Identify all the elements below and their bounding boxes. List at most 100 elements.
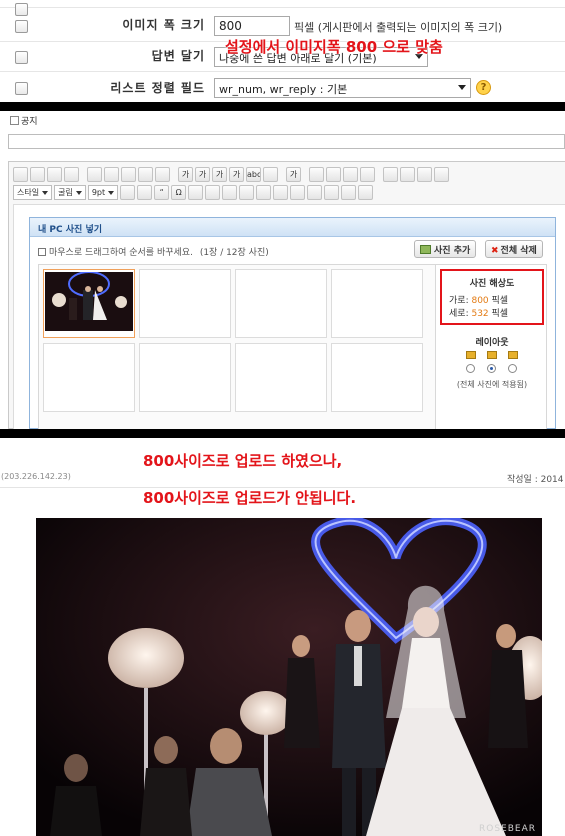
photo-slot[interactable] (139, 343, 231, 412)
align-justify-icon[interactable] (360, 166, 375, 182)
가-icon[interactable]: 가 (212, 166, 227, 182)
photo-info-panel: 사진 해상도 가로: 800 픽셀 세로: 532 픽셀 레이아웃 (전체 사진… (435, 264, 547, 430)
photo-slot[interactable] (235, 343, 327, 412)
photo-slot[interactable] (331, 343, 423, 412)
omega-icon[interactable]: Ω (171, 184, 187, 200)
hr-icon[interactable] (239, 184, 255, 200)
가-icon[interactable]: 가 (195, 166, 210, 182)
align-center-icon[interactable] (326, 166, 341, 182)
가-icon[interactable]: 가 (286, 166, 301, 182)
notice-checkbox[interactable] (10, 116, 19, 125)
open-icon[interactable] (30, 166, 45, 182)
indent-icon[interactable] (434, 166, 449, 182)
notice-label: 공지 (21, 117, 38, 127)
flash-icon[interactable] (307, 184, 323, 200)
settings-row-sort: 리스트 정렬 필드 wr_num, wr_reply : 기본 ? (0, 72, 565, 103)
post-date: 작성일 : 2014 (507, 475, 564, 485)
paste-icon[interactable] (121, 166, 136, 182)
question-icon[interactable]: ? (476, 80, 491, 95)
delete-all-button[interactable]: ✖ 전체 삭제 (485, 240, 543, 258)
photo-count: (1장 / 12장 사진) (199, 248, 269, 258)
subject-input[interactable] (8, 134, 565, 149)
image-icon[interactable] (256, 184, 272, 200)
dialog-title: 내 PC 사진 넣기 (30, 218, 555, 237)
wedding-thumbnail (45, 272, 133, 331)
clean-icon[interactable] (137, 184, 153, 200)
highlight-icon[interactable] (263, 166, 278, 182)
outdent-icon[interactable] (417, 166, 432, 182)
wedding-photo: ROSEBEAR (36, 518, 542, 836)
align-left-icon[interactable] (309, 166, 324, 182)
layout-center-radio[interactable] (487, 364, 496, 373)
photo-slot[interactable] (139, 269, 231, 338)
spell-icon[interactable] (120, 184, 136, 200)
new-doc-icon[interactable] (13, 166, 28, 182)
image-width-description: 픽셀 (게시판에서 출력되는 이미지의 폭 크기) (294, 21, 503, 34)
annotation-upload-line1: 800사이즈로 업로드 하였으나, (143, 452, 343, 470)
photo-slot[interactable] (331, 269, 423, 338)
board-settings-panel: 이미지 폭 크기 800 픽셀 (게시판에서 출력되는 이미지의 폭 크기) 답… (0, 0, 565, 103)
screenshot-root: 이미지 폭 크기 800 픽셀 (게시판에서 출력되는 이미지의 폭 크기) 답… (0, 0, 565, 836)
box-icon[interactable] (290, 184, 306, 200)
unordered-list-icon[interactable] (400, 166, 415, 182)
photo-grid (38, 264, 436, 430)
editor-section: 공지 가 가 가 가 abc 가 스타일 굴림 9pt “Ω 내 PC 사진 넣기 마우스로 드… (0, 111, 565, 430)
apply-all-checkbox[interactable] (15, 20, 28, 33)
가-icon[interactable]: 가 (178, 166, 193, 182)
cut-icon[interactable] (104, 166, 119, 182)
source-icon[interactable] (358, 184, 374, 200)
annotation-upload-line2: 800사이즈로 업로드가 안됩니다. (143, 489, 357, 507)
photo-slot[interactable] (43, 343, 135, 412)
layout-right-icon (508, 351, 518, 359)
strike-icon[interactable] (188, 184, 204, 200)
setting-label: 이미지 폭 크기 (122, 18, 205, 32)
quote-icon[interactable]: “ (154, 184, 170, 200)
layout-left-icon (466, 351, 476, 359)
photo-slot[interactable] (235, 269, 327, 338)
paste-text-icon[interactable] (138, 166, 153, 182)
drag-icon (38, 248, 46, 256)
emoticon-icon[interactable] (205, 184, 221, 200)
setting-label: 리스트 정렬 필드 (110, 81, 205, 95)
html-editor: 가 가 가 가 abc 가 스타일 굴림 9pt “Ω 내 PC 사진 넣기 마우스로 드래그하… (8, 161, 565, 430)
image-width-input[interactable]: 800 (214, 16, 290, 36)
wedding-scene (36, 518, 542, 836)
apply-all-checkbox[interactable] (15, 51, 28, 64)
toolbar-row-1: 가 가 가 가 abc 가 (13, 165, 449, 183)
resolution-title: 사진 해상도 (469, 279, 515, 289)
가-icon[interactable]: 가 (229, 166, 244, 182)
link-icon[interactable] (273, 184, 289, 200)
photo-add-icon (420, 245, 431, 254)
resolution-box: 사진 해상도 가로: 800 픽셀 세로: 532 픽셀 (440, 269, 544, 325)
ordered-list-icon[interactable] (383, 166, 398, 182)
photo-slot-1[interactable] (43, 269, 135, 338)
undo-icon[interactable] (47, 166, 62, 182)
preview-icon[interactable] (341, 184, 357, 200)
media-icon[interactable] (324, 184, 340, 200)
table-icon[interactable] (222, 184, 238, 200)
align-right-icon[interactable] (343, 166, 358, 182)
apply-all-checkbox[interactable] (15, 82, 28, 95)
close-icon: ✖ (491, 246, 499, 256)
layout-left-radio[interactable] (466, 364, 475, 373)
layout-center-icon (487, 351, 497, 359)
resolution-height: 세로: 532 픽셀 (449, 309, 509, 319)
separator-bar (0, 102, 565, 111)
apply-note: (전체 사진에 적용됨) (456, 380, 528, 389)
ABC-icon[interactable]: abc (246, 166, 261, 182)
toolbar-combo[interactable]: 스타일 (13, 184, 53, 200)
toolbar-combo[interactable]: 굴림 (54, 184, 86, 200)
toolbar-combo[interactable]: 9pt (87, 184, 119, 200)
redo-icon[interactable] (64, 166, 79, 182)
annotation-width-setting: 설정에서 이미지폭 800 으로 맞춤 (225, 38, 443, 56)
resolution-width: 가로: 800 픽셀 (449, 296, 509, 306)
add-photo-button[interactable]: 사진 추가 (414, 240, 477, 258)
select-all-icon[interactable] (155, 166, 170, 182)
drag-hint: 마우스로 드래그하여 순서를 바꾸세요. (1장 / 12장 사진) (38, 245, 269, 258)
layout-right-radio[interactable] (508, 364, 517, 373)
layout-title: 레이아웃 (475, 338, 509, 348)
copy-icon[interactable] (87, 166, 102, 182)
toolbar-row-2: 스타일 굴림 9pt “Ω (13, 183, 374, 201)
list-sort-select[interactable]: wr_num, wr_reply : 기본 (214, 78, 471, 98)
separator-bar (0, 429, 565, 438)
